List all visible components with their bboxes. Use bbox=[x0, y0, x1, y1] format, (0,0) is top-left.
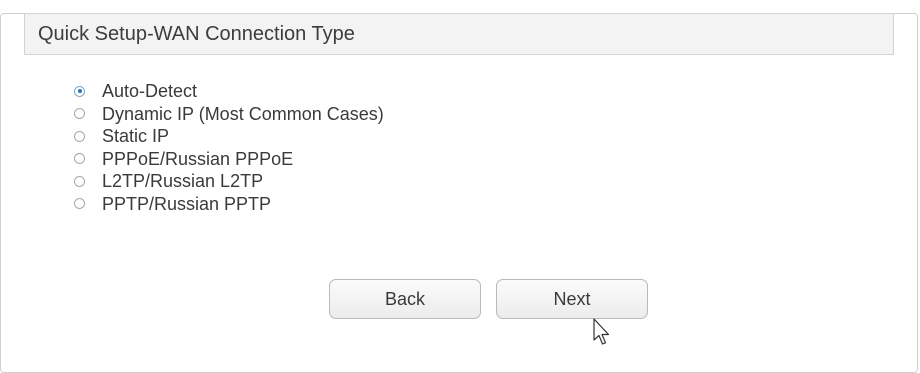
radio-button[interactable] bbox=[74, 198, 85, 210]
option-label: L2TP/Russian L2TP bbox=[102, 171, 264, 192]
option-auto-detect[interactable]: Auto-Detect bbox=[74, 80, 384, 103]
radio-button[interactable] bbox=[74, 130, 85, 142]
option-label: Static IP bbox=[102, 126, 170, 147]
option-label: PPTP/Russian PPTP bbox=[102, 193, 272, 214]
radio-button[interactable] bbox=[74, 85, 85, 97]
connection-type-radio-group: Auto-Detect Dynamic IP (Most Common Case… bbox=[74, 80, 384, 215]
radio-button[interactable] bbox=[74, 175, 85, 187]
back-button[interactable]: Back bbox=[329, 279, 481, 319]
page-title: Quick Setup-WAN Connection Type bbox=[38, 23, 355, 45]
option-pptp[interactable]: PPTP/Russian PPTP bbox=[74, 193, 384, 216]
section-header: Quick Setup-WAN Connection Type bbox=[24, 13, 894, 55]
option-l2tp[interactable]: L2TP/Russian L2TP bbox=[74, 170, 384, 193]
option-dynamic-ip[interactable]: Dynamic IP (Most Common Cases) bbox=[74, 103, 384, 126]
radio-button[interactable] bbox=[74, 108, 85, 120]
option-label: PPPoE/Russian PPPoE bbox=[102, 148, 294, 169]
option-static-ip[interactable]: Static IP bbox=[74, 125, 384, 148]
radio-button[interactable] bbox=[74, 153, 85, 165]
option-label: Dynamic IP (Most Common Cases) bbox=[102, 103, 384, 124]
next-button[interactable]: Next bbox=[496, 279, 648, 319]
option-label: Auto-Detect bbox=[102, 81, 198, 102]
option-pppoe[interactable]: PPPoE/Russian PPPoE bbox=[74, 148, 384, 171]
